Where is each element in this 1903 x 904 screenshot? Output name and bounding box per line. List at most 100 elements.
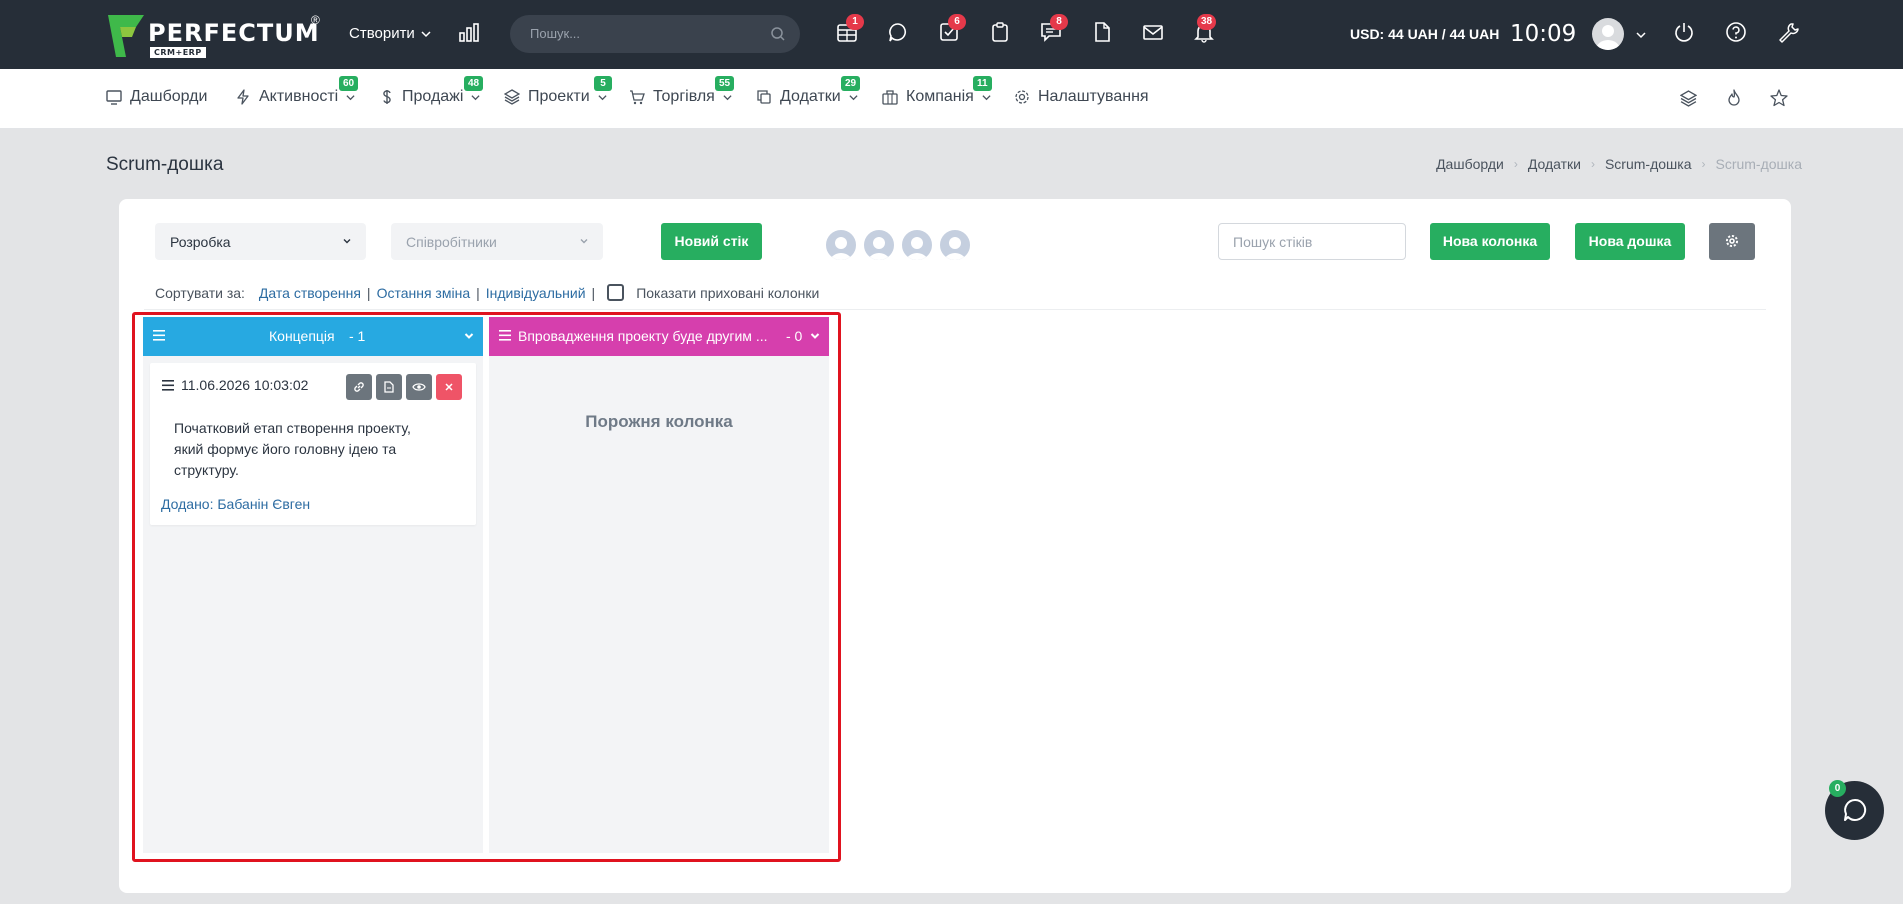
gear-icon [1015, 90, 1029, 104]
logo-mark-icon [108, 15, 144, 57]
fire-icon[interactable] [1726, 89, 1742, 107]
chevron-down-icon [421, 30, 431, 37]
logo-subtitle: CRM+ERP [150, 47, 206, 58]
nav-settings-label: Налаштування [1038, 88, 1149, 105]
top-bar: PERFECTUM CRM+ERP ® Створити Пошук... 1 … [0, 0, 1903, 69]
wrench-icon[interactable] [1777, 21, 1803, 47]
monitor-icon [106, 90, 122, 105]
employee-avatar[interactable] [862, 228, 896, 262]
sort-label: Сортувати за: [155, 284, 245, 301]
clock: 10:09 [1510, 21, 1577, 47]
nav-addons-label: Додатки [780, 88, 841, 105]
nav-addons-badge: 29 [841, 76, 861, 91]
new-column-button[interactable]: Нова колонка [1430, 223, 1550, 260]
gear-icon [1725, 234, 1739, 248]
employee-avatar[interactable] [824, 228, 858, 262]
employee-avatars [824, 228, 972, 262]
breadcrumb-item[interactable]: Scrum-дошка [1605, 156, 1692, 172]
employee-avatar[interactable] [938, 228, 972, 262]
sort-by-modified[interactable]: Остання зміна [377, 285, 471, 301]
breadcrumb-item[interactable]: Додатки [1528, 156, 1581, 172]
chevron-down-icon [598, 94, 607, 100]
layers-shortcut-icon[interactable] [1680, 90, 1697, 107]
briefcase-icon [882, 90, 898, 105]
show-hidden-label: Показати приховані колонки [636, 284, 820, 301]
chevron-down-icon [346, 94, 355, 100]
breadcrumb: Дашборди › Додатки › Scrum-дошка › Scrum… [1436, 156, 1802, 172]
chevron-down-icon [343, 239, 351, 244]
main-nav: Дашборди Активності 60 Продажі 48 Проект… [0, 69, 1903, 129]
chevron-down-icon [580, 239, 588, 244]
nav-dashboards-label: Дашборди [130, 88, 208, 105]
chart-icon[interactable] [458, 21, 484, 47]
employee-avatar[interactable] [900, 228, 934, 262]
breadcrumb-item[interactable]: Дашборди [1436, 156, 1504, 172]
nav-dashboards[interactable]: Дашборди [106, 88, 207, 106]
employees-select[interactable]: Співробітники [391, 223, 603, 260]
nav-settings[interactable]: Налаштування [1014, 88, 1149, 106]
nav-trade-badge: 55 [715, 76, 735, 91]
board-select[interactable]: Розробка [155, 223, 366, 260]
bolt-icon [237, 89, 249, 105]
divider [144, 309, 1766, 310]
chevron-down-icon [982, 94, 991, 100]
chevron-down-icon [471, 94, 481, 100]
chevron-down-icon [849, 94, 858, 100]
mail-icon[interactable] [1142, 21, 1168, 47]
employees-select-placeholder: Співробітники [406, 233, 497, 250]
cart-icon [630, 90, 645, 105]
star-icon[interactable] [1770, 89, 1788, 107]
breadcrumb-separator: › [1701, 157, 1706, 171]
logo[interactable]: PERFECTUM CRM+ERP ® [106, 13, 326, 61]
clipboard-icon[interactable] [989, 21, 1015, 47]
calendar-badge: 1 [846, 14, 864, 30]
create-dropdown[interactable]: Створити [349, 25, 431, 42]
document-icon[interactable] [1091, 21, 1117, 47]
create-label: Створити [349, 25, 415, 42]
currency-rate: USD: 44 UAH / 44 UAH [1350, 26, 1500, 42]
copy-icon [757, 90, 771, 104]
logo-registered-mark: ® [311, 13, 320, 27]
sort-separator: | [366, 284, 371, 301]
messages-badge: 8 [1050, 14, 1068, 30]
nav-activities-badge: 60 [339, 76, 359, 91]
search-placeholder: Пошук... [530, 26, 581, 41]
sort-by-created[interactable]: Дата створення [259, 285, 361, 301]
board-settings-button[interactable] [1709, 223, 1755, 260]
search-icon [771, 27, 785, 41]
chat-bubble-icon[interactable] [887, 21, 913, 47]
power-icon[interactable] [1673, 21, 1699, 47]
nav-trade-label: Торгівля [653, 88, 715, 105]
tasks-check-icon[interactable]: 6 [938, 14, 966, 47]
sort-individual[interactable]: Індивідуальний [486, 285, 586, 301]
logo-text: PERFECTUM [148, 19, 320, 47]
new-board-button[interactable]: Нова дошка [1575, 223, 1685, 260]
sort-separator: | [591, 284, 596, 301]
chat-icon [1844, 798, 1867, 821]
tasks-badge: 6 [948, 14, 966, 30]
nav-company-badge: 11 [973, 76, 992, 91]
sticker-search-input[interactable]: Пошук стіків [1218, 223, 1406, 260]
user-avatar[interactable] [1592, 18, 1624, 50]
new-sticker-button[interactable]: Новий стік [661, 223, 762, 260]
nav-projects-label: Проекти [528, 88, 590, 105]
show-hidden-checkbox[interactable] [607, 284, 625, 301]
sort-separator: | [476, 284, 480, 301]
user-chevron-down-icon[interactable] [1636, 30, 1646, 40]
chevron-down-icon [723, 94, 732, 100]
messages-icon[interactable]: 8 [1040, 14, 1068, 47]
breadcrumb-current: Scrum-дошка [1715, 156, 1802, 172]
nav-projects-badge: 5 [594, 76, 612, 91]
calendar-icon[interactable]: 1 [836, 14, 864, 47]
highlight-frame [132, 312, 841, 862]
board-select-value: Розробка [170, 233, 231, 250]
bell-icon[interactable]: 38 [1193, 14, 1219, 47]
nav-projects[interactable]: Проекти [504, 88, 607, 106]
notifications-badge: 38 [1197, 14, 1217, 30]
layers-icon [504, 89, 520, 105]
help-icon[interactable] [1725, 21, 1751, 47]
nav-activities[interactable]: Активності [235, 88, 355, 106]
global-search[interactable]: Пошук... [510, 15, 800, 53]
page-title: Scrum-дошка [106, 154, 224, 175]
nav-company-label: Компанія [906, 88, 974, 105]
